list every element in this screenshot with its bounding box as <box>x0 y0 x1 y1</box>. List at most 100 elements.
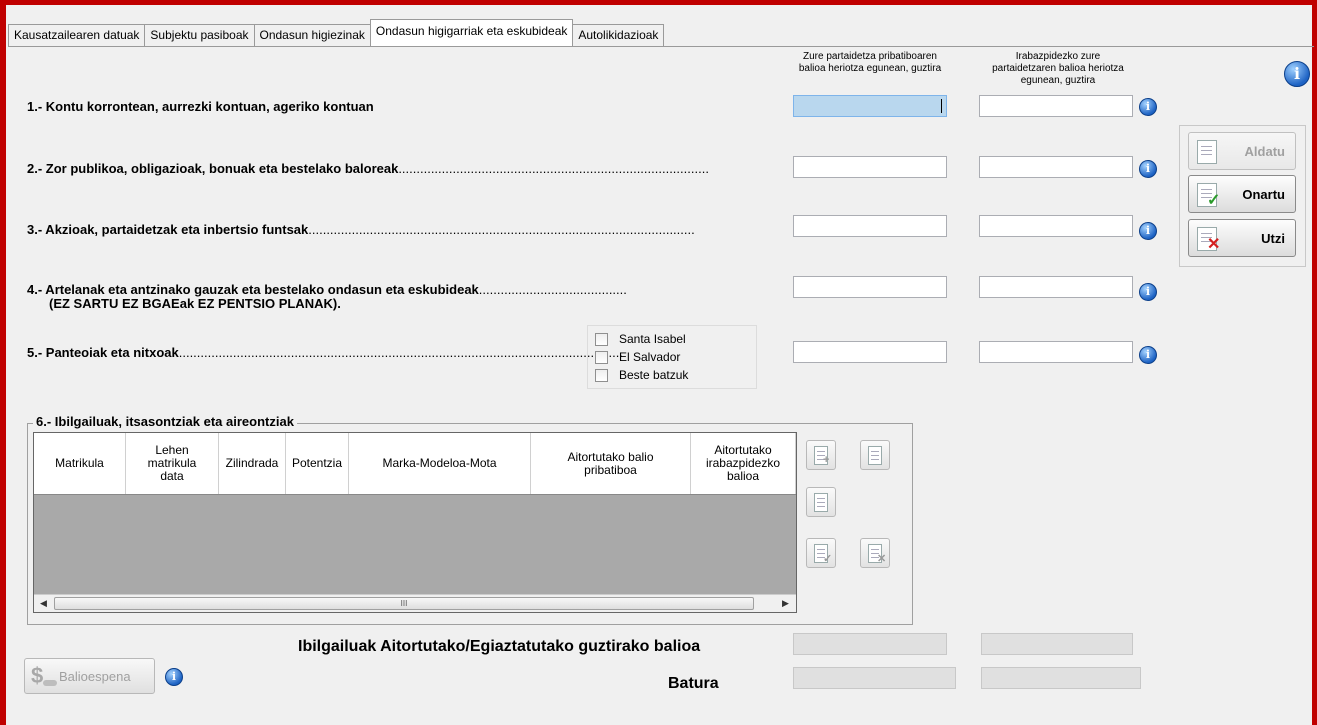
tab-strip: Kausatzailearen datuak Subjektu pasiboak… <box>8 19 665 46</box>
column-header-gain: Irabazpidezko zure partaidetzaren balioa… <box>970 51 1146 87</box>
vehicles-group-label: 6.- Ibilgailuak, itsasontziak eta aireon… <box>33 414 297 429</box>
row4-gain-input[interactable] <box>979 276 1133 298</box>
vehicles-grid[interactable]: Matrikula Lehen matrikula data Zilindrad… <box>33 432 797 613</box>
column-header-gain-line2: partaidetzaren balioa heriotza <box>992 63 1124 74</box>
add-row-button[interactable]: + <box>806 440 836 470</box>
info-icon[interactable]: i <box>165 668 183 686</box>
batura-private-field <box>793 667 956 689</box>
row2-label-text: 2.- Zor publikoa, obligazioak, bonuak et… <box>27 161 399 176</box>
option-label: Beste batzuk <box>619 368 689 382</box>
row5-private-input[interactable] <box>793 341 947 363</box>
row3-dots: ........................................… <box>308 222 695 237</box>
info-icon[interactable]: i <box>1139 222 1157 240</box>
col-potentzia[interactable]: Potentzia <box>286 433 349 494</box>
checkbox[interactable] <box>595 332 608 346</box>
scroll-right-icon[interactable]: ▶ <box>778 596 793 611</box>
info-icon[interactable]: i <box>1139 160 1157 178</box>
tab-ondasun-higigarriak[interactable]: Ondasun higigarriak eta eskubideak <box>369 19 574 46</box>
info-icon[interactable]: i <box>1139 346 1157 364</box>
column-header-private-line2: balioa heriotza egunean, guztira <box>798 63 942 74</box>
checkmark-icon: ✓ <box>823 553 833 565</box>
copy-row-button[interactable] <box>806 487 836 517</box>
aldatu-button[interactable]: Aldatu <box>1188 132 1296 170</box>
row5-dots: ........................................… <box>178 345 623 360</box>
row4-dots: ........................................… <box>478 282 627 297</box>
col-lehen-matrikula-data[interactable]: Lehen matrikula data <box>126 433 219 494</box>
col-aitortutako-balio-pribatiboa[interactable]: Aitortutako balio pribatiboa <box>531 433 691 494</box>
row3-label: 3.- Akzioak, partaidetzak eta inbertsio … <box>27 222 695 237</box>
tab-kausatzailea[interactable]: Kausatzailearen datuak <box>8 24 146 46</box>
row3-label-text: 3.- Akzioak, partaidetzak eta inbertsio … <box>27 222 309 237</box>
col-aitortutako-irabazpidezko-balioa[interactable]: Aitortutako irabazpidezko balioa <box>691 433 796 494</box>
option-label: El Salvador <box>619 350 681 364</box>
row3-private-input[interactable] <box>793 215 947 237</box>
edit-icon <box>1197 140 1217 164</box>
vehicles-grid-header: Matrikula Lehen matrikula data Zilindrad… <box>34 433 796 495</box>
col-matrikula[interactable]: Matrikula <box>34 433 126 494</box>
row2-label: 2.- Zor publikoa, obligazioak, bonuak et… <box>27 161 709 176</box>
column-header-private-line1: Zure partaidetza pribatiboaren <box>803 51 937 62</box>
tab-baseline <box>8 46 1314 47</box>
x-icon: ✕ <box>877 553 887 565</box>
scroll-left-icon[interactable]: ◀ <box>36 596 51 611</box>
row1-gain-input[interactable] <box>979 95 1133 117</box>
utzi-label: Utzi <box>1261 231 1285 246</box>
info-icon[interactable]: i <box>1139 98 1157 116</box>
onartu-button[interactable]: ✓ Onartu <box>1188 175 1296 213</box>
vehicles-total-label: Ibilgailuak Aitortutako/Egiaztatutako gu… <box>298 638 701 655</box>
info-icon[interactable]: i <box>1139 283 1157 301</box>
option-beste-batzuk[interactable]: Beste batzuk <box>595 367 688 383</box>
row2-private-input[interactable] <box>793 156 947 178</box>
column-header-gain-line1: Irabazpidezko zure <box>1015 51 1101 62</box>
column-header-gain-line3: egunean, guztira <box>1020 75 1096 86</box>
edit-row-button[interactable] <box>860 440 890 470</box>
window-frame-left <box>0 0 6 725</box>
row1-label: 1.- Kontu korrontean, aurrezki kontuan, … <box>27 99 374 114</box>
balioespena-button[interactable]: $ Balioespena <box>24 658 155 694</box>
info-icon[interactable]: i <box>1284 61 1310 87</box>
dollar-icon: $ <box>31 663 44 688</box>
row2-gain-input[interactable] <box>979 156 1133 178</box>
plus-icon: + <box>823 454 830 466</box>
tab-autolikidazioak[interactable]: Autolikidazioak <box>572 24 665 46</box>
column-header-private: Zure partaidetza pribatiboaren balioa he… <box>787 51 953 75</box>
onartu-label: Onartu <box>1242 187 1285 202</box>
row5-label-text: 5.- Panteoiak eta nitxoak <box>27 345 179 360</box>
accept-row-button[interactable]: ✓ <box>806 538 836 568</box>
option-santa-isabel[interactable]: Santa Isabel <box>595 331 686 347</box>
batura-gain-field <box>981 667 1141 689</box>
col-marka-modeloa-mota[interactable]: Marka-Modeloa-Mota <box>349 433 531 494</box>
text-caret <box>941 99 942 113</box>
checkbox[interactable] <box>595 368 608 382</box>
row2-dots: ........................................… <box>398 161 709 176</box>
vehicles-total-gain-field <box>981 633 1133 655</box>
row5-gain-input[interactable] <box>979 341 1133 363</box>
window-frame-top <box>0 0 1317 5</box>
row4-label: 4.- Artelanak eta antzinako gauzak eta b… <box>27 283 627 311</box>
row4-label-text: 4.- Artelanak eta antzinako gauzak eta b… <box>27 282 479 297</box>
row5-label: 5.- Panteoiak eta nitxoak...............… <box>27 345 623 360</box>
batura-label: Batura <box>668 675 719 692</box>
tab-ondasun-higiezinak[interactable]: Ondasun higiezinak <box>253 24 371 46</box>
row3-gain-input[interactable] <box>979 215 1133 237</box>
delete-row-button[interactable]: ✕ <box>860 538 890 568</box>
x-icon: ✕ <box>1207 236 1221 253</box>
horizontal-scrollbar[interactable]: ◀ III ▶ <box>34 594 796 612</box>
tab-subjektu-pasiboak[interactable]: Subjektu pasiboak <box>144 24 255 46</box>
window-frame-right <box>1312 0 1317 725</box>
row4-sublabel: (EZ SARTU EZ BGAEak EZ PENTSIO PLANAK). <box>49 296 341 311</box>
action-button-panel: Aldatu ✓ Onartu ✕ Utzi <box>1179 125 1306 267</box>
edit-icon <box>868 446 882 465</box>
option-el-salvador[interactable]: El Salvador <box>595 349 680 365</box>
cemetery-options: Santa Isabel El Salvador Beste batzuk <box>587 325 757 389</box>
aldatu-label: Aldatu <box>1244 144 1285 159</box>
row1-private-input[interactable] <box>793 95 947 117</box>
balioespena-label: Balioespena <box>59 669 131 684</box>
col-zilindrada[interactable]: Zilindrada <box>219 433 286 494</box>
row4-private-input[interactable] <box>793 276 947 298</box>
checkbox[interactable] <box>595 350 608 364</box>
utzi-button[interactable]: ✕ Utzi <box>1188 219 1296 257</box>
scrollbar-thumb[interactable]: III <box>54 597 754 610</box>
copy-icon <box>814 493 828 512</box>
checkmark-icon: ✓ <box>1207 192 1221 209</box>
